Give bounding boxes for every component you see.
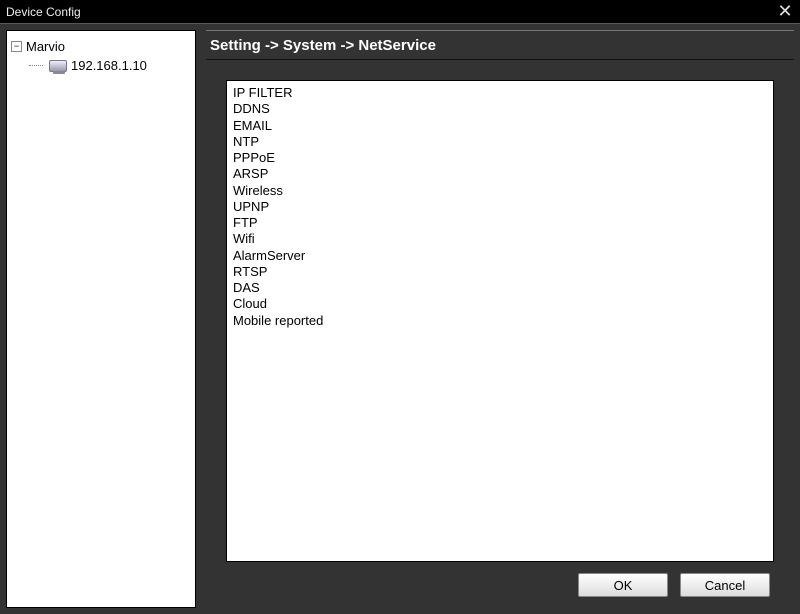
list-item[interactable]: ARSP <box>231 166 769 182</box>
device-tree-sidebar: − Marvio 192.168.1.10 <box>6 30 196 608</box>
list-item[interactable]: NTP <box>231 134 769 150</box>
list-item[interactable]: DAS <box>231 280 769 296</box>
list-item[interactable]: Cloud <box>231 296 769 312</box>
window-title: Device Config <box>6 5 81 19</box>
tree-toggle-icon[interactable]: − <box>11 41 22 52</box>
content-body: IP FILTERDDNSEMAILNTPPPPoEARSPWirelessUP… <box>206 60 794 608</box>
tree-connector <box>29 65 43 66</box>
list-item[interactable]: IP FILTER <box>231 85 769 101</box>
list-item[interactable]: Wireless <box>231 183 769 199</box>
list-item[interactable]: AlarmServer <box>231 248 769 264</box>
close-icon: ✕ <box>777 1 792 22</box>
main-area: − Marvio 192.168.1.10 Setting -> System … <box>0 24 800 614</box>
title-bar: Device Config ✕ <box>0 0 800 24</box>
list-item[interactable]: FTP <box>231 215 769 231</box>
tree-child-node[interactable]: 192.168.1.10 <box>27 56 191 75</box>
list-item[interactable]: DDNS <box>231 101 769 117</box>
cancel-button-label: Cancel <box>705 578 745 593</box>
cancel-button[interactable]: Cancel <box>680 573 770 597</box>
button-row: OK Cancel <box>226 562 774 608</box>
list-item[interactable]: Mobile reported <box>231 313 769 329</box>
ok-button-label: OK <box>614 578 633 593</box>
list-item[interactable]: PPPoE <box>231 150 769 166</box>
ok-button[interactable]: OK <box>578 573 668 597</box>
tree-root-node[interactable]: − Marvio <box>11 37 191 56</box>
close-button[interactable]: ✕ <box>770 0 800 24</box>
tree-root-label: Marvio <box>26 39 65 54</box>
list-item[interactable]: RTSP <box>231 264 769 280</box>
breadcrumb: Setting -> System -> NetService <box>206 30 794 60</box>
tree-child-label: 192.168.1.10 <box>71 58 147 73</box>
list-item[interactable]: EMAIL <box>231 118 769 134</box>
device-icon <box>49 60 67 72</box>
breadcrumb-text: Setting -> System -> NetService <box>210 37 436 54</box>
netservice-list[interactable]: IP FILTERDDNSEMAILNTPPPPoEARSPWirelessUP… <box>226 80 774 562</box>
list-item[interactable]: Wifi <box>231 231 769 247</box>
content-panel: Setting -> System -> NetService IP FILTE… <box>206 30 794 608</box>
list-item[interactable]: UPNP <box>231 199 769 215</box>
